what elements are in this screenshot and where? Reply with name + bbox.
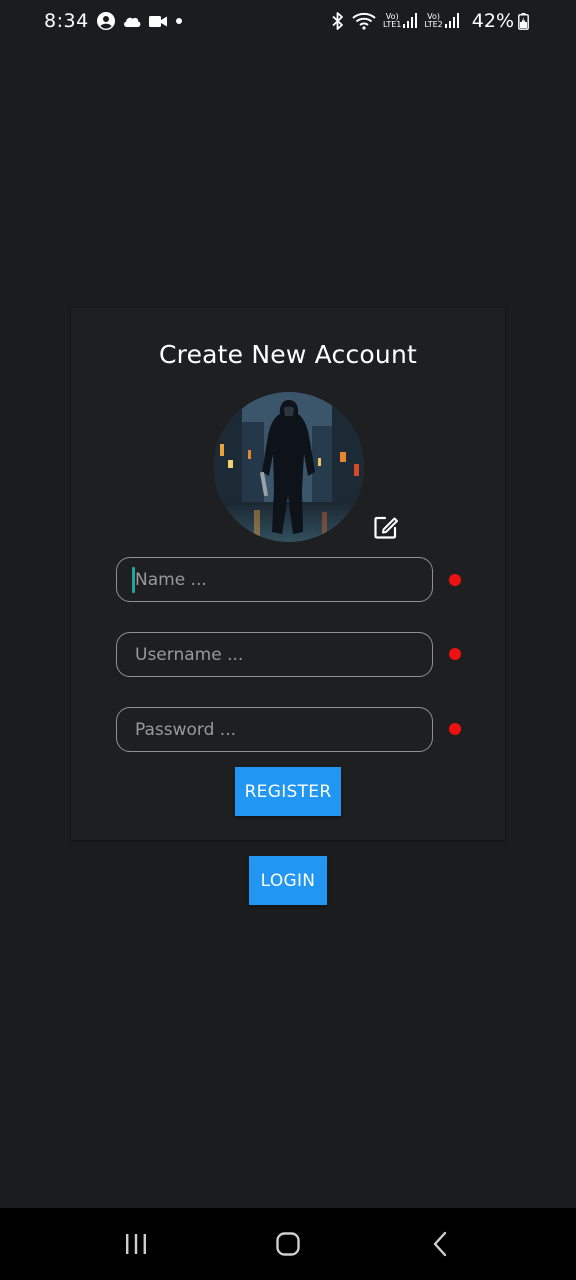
video-camera-icon: [148, 15, 167, 28]
account-circle-icon: [96, 12, 115, 30]
edit-icon: [374, 516, 398, 539]
recent-apps-button[interactable]: [106, 1214, 166, 1274]
username-required-indicator: [449, 648, 461, 660]
status-time: 8:34: [44, 10, 89, 32]
bluetooth-icon: [331, 11, 345, 31]
name-field[interactable]: [116, 557, 433, 602]
navigation-bar: [0, 1208, 576, 1280]
name-input[interactable]: [117, 558, 432, 601]
home-icon: [276, 1232, 300, 1256]
login-button[interactable]: LOGIN: [249, 856, 327, 905]
name-required-indicator: [449, 574, 461, 586]
battery-icon: [518, 12, 529, 30]
password-required-indicator: [449, 723, 461, 735]
status-bar: 8:34 Vo) LTE1 Vo) LTE2 42%: [0, 0, 576, 42]
signal-icon: [403, 13, 418, 29]
status-right: Vo) LTE1 Vo) LTE2 42%: [331, 10, 536, 32]
username-field[interactable]: [116, 632, 433, 677]
avatar[interactable]: [214, 392, 364, 542]
notification-dot-icon: [174, 16, 184, 26]
lte2-label: Vo) LTE2: [424, 12, 443, 29]
page-title: Create New Account: [158, 340, 418, 369]
avatar-image: [214, 392, 364, 542]
back-button[interactable]: [410, 1214, 470, 1274]
battery-percent: 42%: [471, 10, 514, 32]
lte1-label: Vo) LTE1: [382, 12, 402, 29]
status-left: 8:34: [44, 10, 191, 32]
recent-apps-icon: [126, 1234, 146, 1254]
password-input[interactable]: [117, 708, 432, 751]
back-icon: [433, 1231, 447, 1257]
home-button[interactable]: [258, 1214, 318, 1274]
username-input[interactable]: [117, 633, 432, 676]
edit-avatar-button[interactable]: [371, 512, 401, 542]
signal-icon: [444, 13, 459, 29]
cloud-icon: [122, 14, 142, 28]
password-field[interactable]: [116, 707, 433, 752]
wifi-icon: [352, 12, 376, 30]
register-button[interactable]: REGISTER: [235, 767, 341, 816]
